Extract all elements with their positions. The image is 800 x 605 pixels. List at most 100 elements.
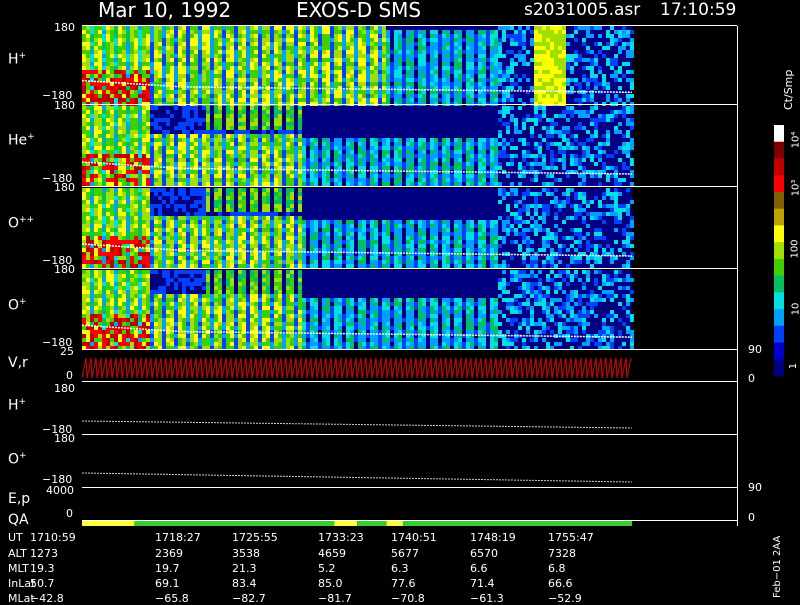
footer-cell: 66.6 — [548, 577, 573, 590]
colorbar-segment — [774, 359, 784, 376]
h-line-trace — [82, 421, 632, 428]
tick-vr-top: 25 — [60, 346, 74, 357]
panel-label-he: He+ — [8, 133, 35, 148]
tick-o-top: 180 — [54, 264, 75, 275]
footer-row-label: MLT — [8, 562, 29, 575]
footer-cell: 85.0 — [318, 577, 343, 590]
footer-cell: 71.4 — [470, 577, 495, 590]
footer-cell: 7328 — [548, 547, 576, 560]
colorbar-segment — [774, 142, 784, 159]
qa-segment — [334, 521, 357, 526]
footer-cell: −42.8 — [30, 592, 64, 605]
footer-cell: 2369 — [155, 547, 183, 560]
rtick-vr-bottom: 0 — [748, 373, 755, 384]
footer-cell: 3538 — [232, 547, 260, 560]
colorbar-segment — [774, 343, 784, 360]
footer-row-label: ALT — [8, 547, 27, 560]
rtick-qa-bottom: 0 — [748, 512, 755, 523]
panel-divider — [82, 186, 737, 187]
panel-label-o: O+ — [8, 298, 27, 313]
colorbar-segment — [774, 209, 784, 226]
footer-cell: −81.7 — [318, 592, 352, 605]
footer-cell: 19.3 — [30, 562, 55, 575]
footer-cell: 4659 — [318, 547, 346, 560]
footer-cell: 1740:51 — [391, 531, 437, 544]
tick-he-top: 180 — [54, 100, 75, 111]
footer-cell: 6.8 — [548, 562, 566, 575]
tick-h-top: 180 — [54, 22, 75, 33]
qa-baseline — [82, 520, 737, 521]
footer-cell: 50.7 — [30, 577, 55, 590]
colorbar-unit: Ct/Smp — [782, 70, 795, 110]
colorbar-segment — [774, 192, 784, 209]
qa-segment — [632, 521, 737, 526]
footer-cell: 1755:47 — [548, 531, 594, 544]
colorbar-segment — [774, 309, 784, 326]
footer-cell: 83.4 — [232, 577, 257, 590]
hline-divider — [82, 434, 737, 435]
footer-cell: −70.8 — [391, 592, 425, 605]
footer-cell: 5677 — [391, 547, 419, 560]
footer-cell: −52.9 — [548, 592, 582, 605]
tick-o2-top: 180 — [54, 182, 75, 193]
footer-cell: 6.3 — [391, 562, 409, 575]
panel-label-ep: E,p — [8, 492, 30, 506]
footer-cell: 21.3 — [232, 562, 257, 575]
footer-cell: 1710:59 — [30, 531, 76, 544]
colorbar-tick-10: 10 — [791, 303, 800, 316]
colorbar-segment — [774, 158, 784, 175]
footer-cell: 6570 — [470, 547, 498, 560]
panel-divider — [82, 268, 737, 269]
qa-segment — [134, 521, 334, 526]
footer-cell: 77.6 — [391, 577, 416, 590]
footer-cell: 1733:23 — [318, 531, 364, 544]
footer-cell: 1725:55 — [232, 531, 278, 544]
colorbar-tick-1: 1 — [789, 363, 799, 369]
colorbar-segment — [774, 259, 784, 276]
footer-cell: −65.8 — [155, 592, 189, 605]
footer-cell: 1273 — [30, 547, 58, 560]
qa-segment — [387, 521, 403, 526]
panel-divider — [82, 104, 737, 105]
footer-cell: −82.7 — [232, 592, 266, 605]
footer-cell: 6.6 — [470, 562, 488, 575]
colorbar-segment — [774, 326, 784, 343]
footer-cell: 1718:27 — [155, 531, 201, 544]
colorbar-segment — [774, 175, 784, 192]
side-stamp: Feb−01 2AA — [772, 536, 783, 598]
panel-label-o-line: O+ — [8, 452, 27, 467]
panel-label-vr: V,r — [8, 356, 28, 370]
top-axis — [82, 25, 737, 26]
rtick-vr-top: 90 — [748, 344, 762, 355]
colorbar-tick-1e4: 10⁴ — [791, 132, 800, 149]
qa-segment — [82, 521, 134, 526]
tick-qa-bottom: 0 — [66, 508, 73, 519]
footer-cell: −61.3 — [470, 592, 504, 605]
colorbar-segment — [774, 242, 784, 259]
right-axis — [737, 26, 738, 526]
oline-divider — [82, 487, 737, 488]
panel-label-o2: O++ — [8, 216, 34, 231]
tick-hline-top: 180 — [54, 383, 75, 394]
colorbar-segment — [774, 125, 784, 142]
colorbar-segment — [774, 292, 784, 309]
tick-ep-top: 4000 — [46, 485, 74, 496]
spectrogram-plot — [0, 0, 800, 600]
colorbar-segment — [774, 276, 784, 293]
qa-segment — [357, 521, 386, 526]
tick-vr-bottom: 0 — [66, 370, 73, 381]
colorbar-tick-100: 100 — [791, 239, 800, 258]
footer-cell: 69.1 — [155, 577, 180, 590]
qa-segment — [403, 521, 632, 526]
footer-cell: 1748:19 — [470, 531, 516, 544]
footer-row-label: UT — [8, 531, 23, 544]
colorbar-segment — [774, 225, 784, 242]
vr-divider — [82, 381, 737, 382]
colorbar-tick-1e3: 10³ — [791, 180, 800, 197]
tick-oline-top: 180 — [54, 433, 75, 444]
rtick-ep-top: 90 — [748, 482, 762, 493]
footer-cell: 5.2 — [318, 562, 336, 575]
o-line-trace — [82, 473, 632, 482]
panel-divider — [82, 349, 737, 350]
panel-label-h-line: H+ — [8, 398, 26, 413]
